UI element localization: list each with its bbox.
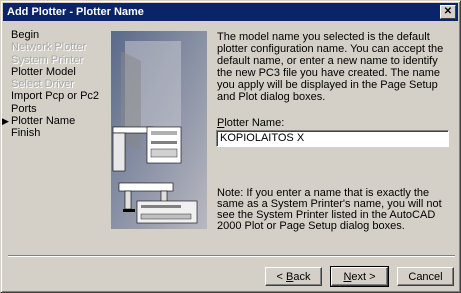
next-button[interactable]: Next > — [330, 266, 389, 287]
separator-line — [8, 255, 455, 257]
wizard-steps-list: Begin Network Plotter System Printer Plo… — [2, 29, 109, 140]
back-button-prefix: < — [276, 271, 286, 283]
close-icon: ✕ — [443, 6, 453, 17]
step-plotter-name: ▶ Plotter Name — [2, 115, 109, 128]
title-bar[interactable]: Add Plotter - Plotter Name ✕ — [3, 3, 458, 21]
next-button-text: ext > — [351, 271, 376, 283]
step-label: Import Pcp or Pc2 — [11, 90, 100, 103]
name-note: Note: If you enter a name that is exactl… — [217, 187, 442, 232]
step-import-pcp: Import Pcp or Pc2 — [11, 90, 109, 102]
plotter-name-label: Plotter Name: — [217, 117, 284, 129]
close-button[interactable]: ✕ — [440, 5, 456, 19]
plotter-illustration — [111, 31, 207, 229]
step-label: Begin — [11, 29, 40, 41]
step-label: Select Driver — [11, 78, 74, 91]
step-description: The model name you selected is the defau… — [217, 31, 444, 103]
step-ports: Ports — [11, 103, 109, 115]
step-label: Network Plotter — [11, 41, 87, 54]
current-step-arrow-icon: ▶ — [2, 116, 9, 127]
step-label: Plotter Name — [11, 115, 76, 128]
cancel-button-label: Cancel — [408, 271, 443, 283]
step-plotter-model: Plotter Model — [11, 66, 109, 78]
window-title: Add Plotter - Plotter Name — [7, 6, 144, 18]
plotter-name-label-text: lotter Name: — [224, 117, 285, 129]
step-label: Ports — [11, 102, 37, 115]
cancel-button[interactable]: Cancel — [397, 267, 454, 286]
step-label: Plotter Model — [11, 65, 76, 78]
plotter-name-input[interactable] — [216, 130, 449, 147]
step-system-printer: System Printer — [11, 54, 109, 66]
step-network-plotter: Network Plotter — [11, 41, 109, 53]
step-label: System Printer — [11, 53, 84, 66]
back-button[interactable]: < Back — [265, 267, 322, 286]
step-label: Finish — [11, 127, 41, 140]
step-select-driver: Select Driver — [11, 78, 109, 90]
step-begin: Begin — [11, 29, 109, 41]
step-finish: Finish — [11, 127, 109, 139]
add-plotter-dialog: Add Plotter - Plotter Name ✕ Begin Netwo… — [0, 0, 461, 293]
back-button-text: ack — [293, 271, 311, 283]
